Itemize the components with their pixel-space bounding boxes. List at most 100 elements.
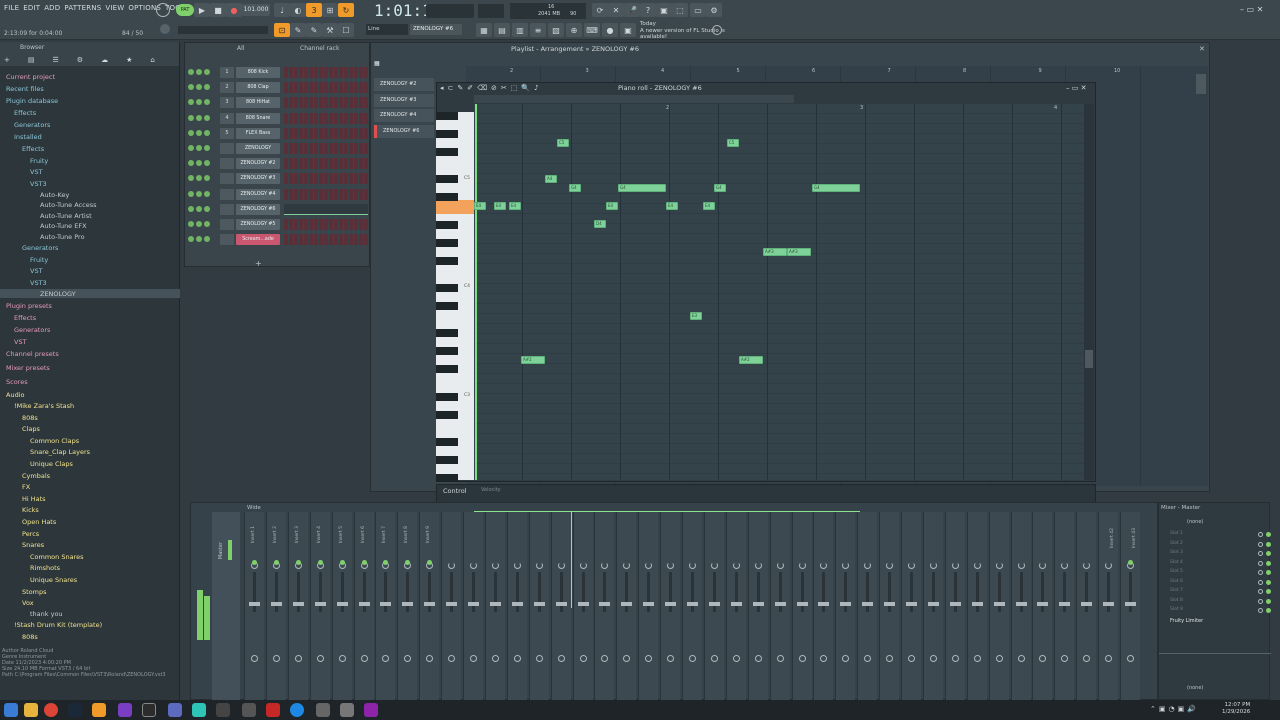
volume-fader-track[interactable] [296,572,300,612]
channel-name[interactable]: ZENOLOGY #4 [236,188,280,200]
send-knob[interactable] [710,655,718,662]
volume-fader-track[interactable] [406,572,410,612]
master-volume-slider[interactable] [478,4,504,18]
note[interactable]: A#2 [739,356,763,364]
browser-item[interactable]: Effects [14,314,36,322]
channel-mute-led[interactable] [188,205,194,212]
volume-fader[interactable] [643,602,655,606]
tempo-display[interactable]: 101.000 [242,4,270,16]
mixer-insert-strip[interactable] [572,512,593,700]
browser-item[interactable]: Percs [22,530,39,538]
volume-fader[interactable] [336,602,348,606]
volume-fader[interactable] [402,602,414,606]
song-position-slider[interactable] [178,26,268,34]
add-channel-button[interactable]: + [255,259,262,268]
volume-fader-track[interactable] [734,572,738,612]
slice-tool-icon[interactable]: ✂ [501,84,507,94]
browser-item[interactable]: VST [30,168,43,176]
channel-row[interactable]: 4 808 Snare [184,112,370,127]
note[interactable]: E4 [606,202,618,210]
insert-led[interactable] [536,560,542,565]
channel-name[interactable]: ZENOLOGY #6 [236,203,280,215]
send-knob[interactable] [908,655,915,662]
volume-fader[interactable] [1015,602,1027,606]
browser-item[interactable]: !Mike Zara's Stash [14,402,74,410]
slot-enable-led[interactable] [1266,541,1271,547]
browser-item[interactable]: Generators [14,121,50,129]
slot-mix-knob[interactable] [1258,598,1263,604]
send-knob[interactable] [645,655,653,662]
insert-led[interactable] [799,560,805,565]
channel-name[interactable]: 808 Clap [236,82,280,94]
channel-mute-led[interactable] [188,190,194,197]
mixer-insert-strip[interactable] [879,512,900,700]
send-knob[interactable] [491,655,499,662]
menu-edit[interactable]: EDIT [23,4,40,16]
volume-fader-track[interactable] [844,572,848,612]
send-knob[interactable] [360,655,368,662]
mixer-insert-strip[interactable]: Insert 2 [265,512,286,700]
channel-mute-led[interactable] [204,145,210,151]
insert-led[interactable] [273,560,279,565]
browser-item[interactable]: Fruity [30,256,48,264]
mixer-insert-strip[interactable] [1054,512,1075,700]
send-knob[interactable] [1039,655,1047,662]
channel-mute-led[interactable] [204,129,210,136]
mixer-insert-strip[interactable]: Insert 4 [309,512,330,700]
channel-row[interactable]: ZENOLOGY #6 [184,203,370,218]
mixer-insert-strip[interactable] [966,512,987,700]
black-key[interactable] [436,220,458,229]
mixer-insert-strip[interactable] [1032,512,1053,700]
insert-led[interactable] [711,560,717,565]
volume-fader[interactable] [380,602,392,606]
black-key[interactable] [436,283,458,292]
mixer-insert-strip[interactable] [1076,512,1097,700]
channel-rack-icon[interactable]: ▥ [512,23,528,37]
step-sequencer[interactable] [284,112,368,124]
playlist-icon[interactable]: ▦ [476,23,492,37]
send-knob[interactable] [338,655,346,662]
news-arrow-icon[interactable] [712,25,722,35]
send-knob[interactable] [754,655,762,662]
note[interactable]: E4 [474,202,486,210]
pattern-item[interactable]: ZENOLOGY #6 [374,124,434,138]
channel-mute-led[interactable] [188,69,194,75]
channel-mute-led[interactable] [188,236,194,243]
note[interactable]: G4 [618,184,666,192]
channel-filter[interactable]: All [237,45,244,52]
app-icon-5[interactable] [216,703,230,717]
browser-item[interactable]: Snare_Clap Layers [30,448,90,456]
channel-name[interactable]: Scream...ade [236,234,280,246]
volume-fader-track[interactable] [1129,572,1132,612]
insert-led[interactable] [996,560,1002,565]
wait-input-icon[interactable]: ◐ [290,3,306,17]
channel-row[interactable]: 5 FLEX Bass [184,127,370,142]
send-knob[interactable] [689,655,696,662]
volume-fader-track[interactable] [910,572,913,612]
channel-mute-led[interactable] [204,221,210,227]
send-knob[interactable] [929,655,937,662]
browser-item[interactable]: Cymbals [22,472,50,480]
snap-icon[interactable]: ⊡ [274,23,290,37]
browser-item[interactable]: Auto-Tune Artist [40,212,92,220]
insert-led[interactable] [514,560,520,565]
browser-item[interactable]: Auto-Tune EFX [40,222,87,230]
insert-led[interactable] [952,560,958,565]
start-icon[interactable] [4,703,18,717]
note[interactable]: E3 [690,312,702,320]
send-knob[interactable] [579,655,587,662]
step-sequencer[interactable] [284,82,368,94]
volume-fader[interactable] [774,602,786,606]
volume-fader[interactable] [314,602,326,606]
volume-fader-track[interactable] [866,572,870,612]
record-mode-icon[interactable] [156,3,170,17]
browser-item[interactable]: FX [22,483,30,491]
send-knob[interactable] [1083,655,1091,662]
mixer-icon[interactable]: ≡ [530,23,546,37]
channel-row[interactable]: ZENOLOGY #4 [184,188,370,203]
mixer-insert-strip[interactable] [463,512,483,700]
step-sequencer[interactable] [284,188,368,200]
note[interactable]: A#3 [787,248,811,256]
effect-slot[interactable]: Slot 6 [1170,579,1271,587]
black-key[interactable] [436,329,458,338]
